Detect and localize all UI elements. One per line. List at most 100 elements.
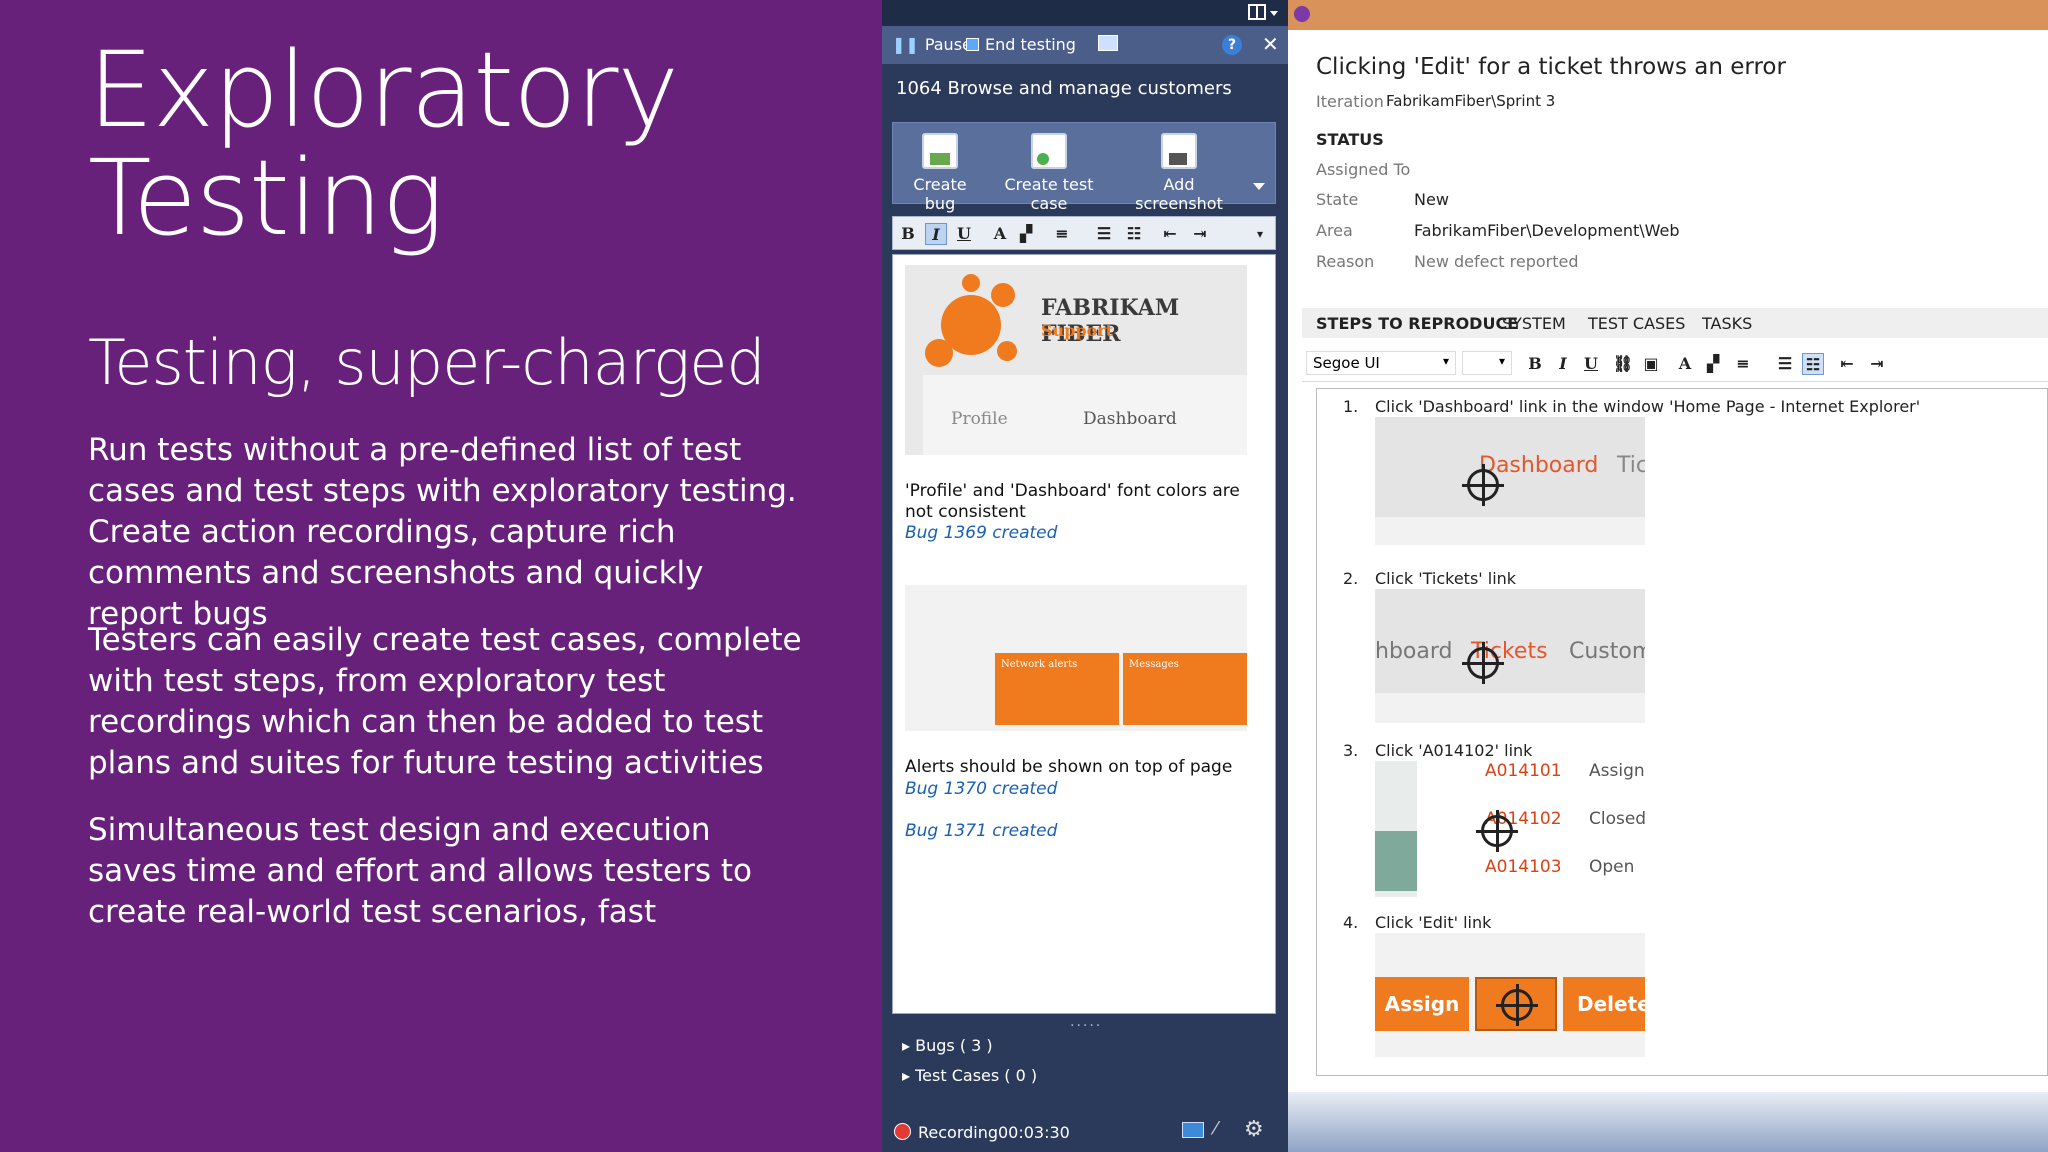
slide-title: Exploratory Testing xyxy=(88,36,679,252)
indent-icon[interactable]: ⇥ xyxy=(1866,353,1888,375)
layout-icon[interactable] xyxy=(1248,4,1280,22)
iteration-value[interactable]: FabrikamFiber\Sprint 3 xyxy=(1386,92,1555,110)
link-icon[interactable]: ⛓ xyxy=(1612,353,1634,375)
close-button[interactable]: ✕ xyxy=(1262,32,1279,56)
ticket-a014103: A014103 xyxy=(1485,857,1562,877)
create-test-case-label: Create test case xyxy=(1004,175,1094,213)
align-icon[interactable]: ≡ xyxy=(1051,223,1073,245)
stop-icon xyxy=(966,38,979,51)
bullet-list-icon[interactable]: ☰ xyxy=(1774,353,1796,375)
font-name-select[interactable]: Segoe UI ▾ xyxy=(1306,351,1456,375)
add-screenshot-button[interactable]: Add screenshot xyxy=(1119,133,1239,213)
step-1-screenshot: Dashboard Tic xyxy=(1375,417,1645,545)
note-2: Alerts should be shown on top of page xyxy=(905,757,1233,777)
tile-network-alerts-label: Network alerts xyxy=(1001,659,1078,670)
work-item-title[interactable]: Clicking 'Edit' for a ticket throws an e… xyxy=(1316,54,1786,80)
ticket-status: Closed xyxy=(1589,809,1645,829)
assign-button: Assign xyxy=(1375,977,1469,1031)
image-icon[interactable]: ▣ xyxy=(1640,353,1662,375)
note-1: 'Profile' and 'Dashboard' font colors ar… xyxy=(905,481,1240,522)
chevron-down-icon: ▾ xyxy=(1442,354,1449,368)
window-switch-button[interactable] xyxy=(1098,35,1118,51)
highlight-icon[interactable]: ▞ xyxy=(1015,223,1037,245)
align-icon[interactable]: ≡ xyxy=(1732,353,1754,375)
brand-sub: Support xyxy=(1041,321,1114,340)
bold-button[interactable]: B xyxy=(897,223,919,245)
gear-icon[interactable]: ⚙ xyxy=(1244,1117,1264,1142)
bug-link-2[interactable]: Bug 1370 created xyxy=(905,779,1057,799)
number-list-icon[interactable]: ☷ xyxy=(1802,353,1824,375)
tree-bugs[interactable]: ▸ Bugs ( 3 ) xyxy=(902,1036,993,1055)
step-4-screenshot: Assign Delete xyxy=(1375,933,1645,1057)
bug-link-3[interactable]: Bug 1371 created xyxy=(905,821,1057,841)
tree-test-cases[interactable]: ▸ Test Cases ( 0 ) xyxy=(902,1066,1037,1085)
step-1-dashboard-text: Dashboard xyxy=(1479,453,1599,478)
splitter-grip[interactable]: ····· xyxy=(1070,1018,1102,1034)
tile-messages-label: Messages xyxy=(1129,659,1179,670)
exploratory-runner: ❚❚ Pause End testing ? ✕ 1064 Browse and… xyxy=(882,0,1288,1152)
highlight-icon[interactable]: ▞ xyxy=(1702,353,1724,375)
step-number: 4. xyxy=(1343,913,1359,932)
end-testing-button[interactable]: End testing xyxy=(966,35,1076,54)
underline-button[interactable]: U xyxy=(1580,353,1602,375)
format-toolbar: B I U A ▞ ≡ ☰ ☷ ⇤ ⇥ ▾ xyxy=(892,216,1276,250)
monitor-icon[interactable] xyxy=(1182,1122,1204,1138)
tab-test-cases[interactable]: TEST CASES xyxy=(1588,314,1685,333)
bullet-list-icon[interactable]: ☰ xyxy=(1093,223,1115,245)
step-3-screenshot: A014101 Assign A014102 Closed A014103 Op… xyxy=(1375,761,1645,897)
nav-dashboard: Dashboard xyxy=(1083,409,1177,429)
font-name-value: Segoe UI xyxy=(1313,354,1380,372)
reason-value[interactable]: New defect reported xyxy=(1414,252,1578,271)
font-size-select[interactable]: ▾ xyxy=(1462,351,1512,375)
record-icon[interactable] xyxy=(894,1123,911,1140)
step-number: 3. xyxy=(1343,741,1359,760)
crosshair-icon xyxy=(1462,642,1504,684)
bug-link-1[interactable]: Bug 1369 created xyxy=(905,523,1057,543)
state-value[interactable]: New xyxy=(1414,190,1449,209)
work-item-form: Clicking 'Edit' for a ticket throws an e… xyxy=(1288,0,2048,1152)
steps-editor[interactable]: 1. Click 'Dashboard' link in the window … xyxy=(1316,388,2048,1076)
step-2-screenshot: hboard Tickets Custom xyxy=(1375,589,1645,723)
italic-button[interactable]: I xyxy=(925,223,947,245)
tree-test-cases-label: Test Cases ( 0 ) xyxy=(915,1066,1038,1085)
action-bar: Create bug Create test case Add screensh… xyxy=(892,122,1276,213)
bold-button[interactable]: B xyxy=(1524,353,1546,375)
add-screenshot-label: Add screenshot xyxy=(1135,175,1223,213)
screenshot-1: FABRIKAM FIBER Support Profile Dashboard xyxy=(905,265,1247,455)
indent-icon[interactable]: ⇥ xyxy=(1189,223,1211,245)
outdent-icon[interactable]: ⇤ xyxy=(1836,353,1858,375)
tab-steps-to-reproduce[interactable]: STEPS TO REPRODUCE xyxy=(1316,314,1518,333)
expand-icon: ▸ xyxy=(902,1066,916,1085)
tile-network-alerts: Network alerts xyxy=(995,653,1119,725)
notes-editor[interactable]: FABRIKAM FIBER Support Profile Dashboard… xyxy=(892,254,1276,1014)
create-bug-button[interactable]: Create bug xyxy=(899,133,981,213)
pause-icon: ❚❚ xyxy=(892,35,919,54)
number-list-icon[interactable]: ☷ xyxy=(1123,223,1145,245)
outdent-icon[interactable]: ⇤ xyxy=(1159,223,1181,245)
more-actions-dropdown-icon[interactable] xyxy=(1253,183,1265,190)
ticket-status: Open xyxy=(1589,857,1635,877)
create-test-case-button[interactable]: Create test case xyxy=(991,133,1107,213)
tab-tasks[interactable]: TASKS xyxy=(1702,314,1752,333)
slide-paragraph-1: Run tests without a pre-defined list of … xyxy=(88,432,797,632)
tile-messages: Messages xyxy=(1123,653,1247,725)
recording-time: 00:03:30 xyxy=(998,1123,1070,1142)
work-item-tabs: STEPS TO REPRODUCE SYSTEM TEST CASES TAS… xyxy=(1302,308,2048,338)
font-color-icon[interactable]: A xyxy=(989,223,1011,245)
pen-icon[interactable]: ⁄ xyxy=(1214,1118,1217,1139)
delete-button: Delete xyxy=(1563,977,1645,1031)
pause-button[interactable]: ❚❚ Pause xyxy=(892,35,972,54)
step-2-customers-text: Custom xyxy=(1569,639,1645,664)
font-color-icon[interactable]: A xyxy=(1674,353,1696,375)
area-value[interactable]: FabrikamFiber\Development\Web xyxy=(1414,221,1680,240)
tab-system[interactable]: SYSTEM xyxy=(1502,314,1566,333)
ticket-a014101: A014101 xyxy=(1485,761,1562,781)
toolbar-scroll-icon[interactable]: ▾ xyxy=(1249,223,1271,245)
state-label: State xyxy=(1316,190,1359,209)
camera-icon xyxy=(1161,133,1197,169)
help-button[interactable]: ? xyxy=(1222,35,1242,55)
italic-button[interactable]: I xyxy=(1552,353,1574,375)
crosshair-icon xyxy=(1496,984,1538,1026)
underline-button[interactable]: U xyxy=(953,223,975,245)
windows-icon xyxy=(1098,35,1118,51)
